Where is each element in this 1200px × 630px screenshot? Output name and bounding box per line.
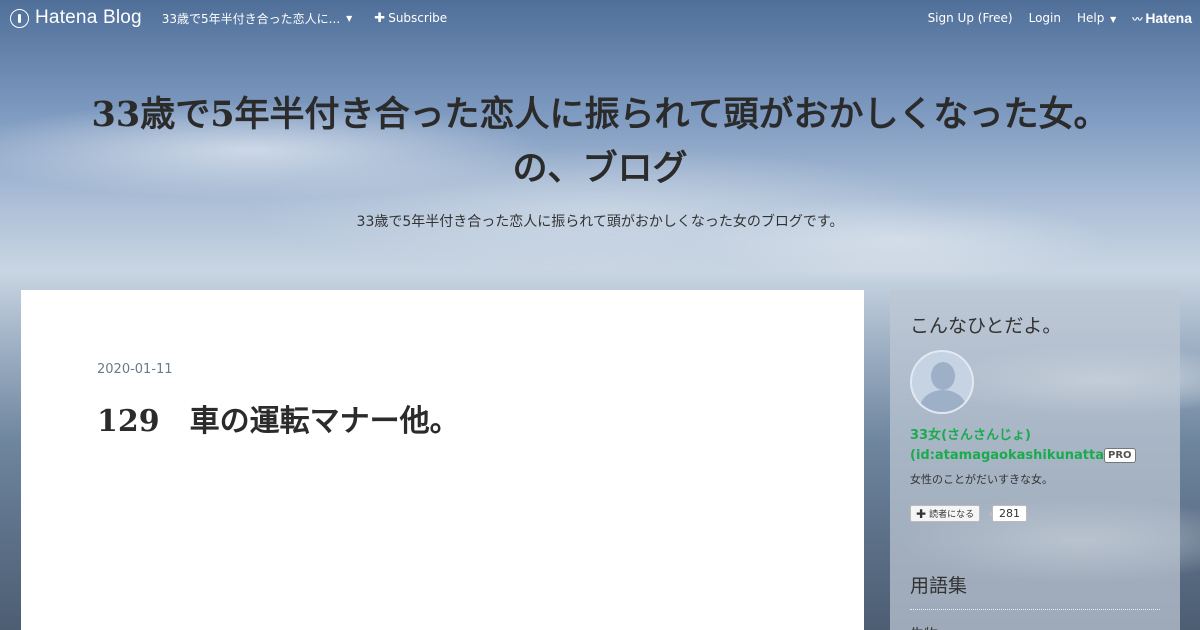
login-link[interactable]: Login <box>1029 11 1061 25</box>
blog-name-label: 33歳で5年半付き合った恋人に... <box>161 11 341 26</box>
blog-title[interactable]: 33歳で5年半付き合った恋人に振られて頭がおかしくなった女。 の、ブログ <box>40 88 1160 196</box>
signup-link[interactable]: Sign Up (Free) <box>928 11 1013 25</box>
entry-date[interactable]: 2020-01-11 <box>97 362 173 377</box>
glossary-item[interactable]: 生物 <box>910 624 938 630</box>
divider <box>910 609 1160 610</box>
blog-title-line2: の、ブログ <box>512 148 688 189</box>
caret-down-icon: ▼ <box>1110 15 1117 24</box>
subscribe-link[interactable]: ✚ Subscribe <box>374 11 447 26</box>
subscribe-button-label: 読者になる <box>929 510 975 520</box>
pro-badge[interactable]: PRO <box>1104 448 1136 463</box>
subscribe-button[interactable]: ✚ 読者になる <box>910 505 981 522</box>
caret-down-icon: ▼ <box>346 13 353 23</box>
logo-text: Hatena Blog <box>35 7 142 28</box>
blog-title-line1: 33歳で5年半付き合った恋人に振られて頭がおかしくなった女。 <box>91 94 1109 135</box>
plus-icon: ✚ <box>374 10 386 26</box>
blog-name-dropdown[interactable]: 33歳で5年半付き合った恋人に... ▼ <box>162 10 353 27</box>
entry-title[interactable]: 129 車の運転マナー他。 <box>97 396 460 440</box>
profile-name-link[interactable]: 33女(さんさんじょ) <box>910 424 1031 443</box>
avatar[interactable] <box>910 350 974 414</box>
help-label: Help <box>1076 11 1105 25</box>
global-header: Hatena Blog 33歳で5年半付き合った恋人に... ▼ ✚ Subsc… <box>0 0 1200 36</box>
glossary-heading: 用語集 <box>910 575 968 597</box>
hatena-blog-logo-icon <box>10 8 29 28</box>
main-content: 2020-01-11 129 車の運転マナー他。 <box>21 290 864 630</box>
sidebar: こんなひとだよ。 33女(さんさんじょ) (id:atamagaokashiku… <box>890 290 1180 630</box>
avatar-head-shape <box>931 362 955 390</box>
profile-id-link[interactable]: (id:atamagaokashikunatta) <box>910 448 1110 463</box>
header-right-nav: Sign Up (Free) Login Help ▼ 〰 Hatena <box>912 10 1192 26</box>
reader-count-badge[interactable]: 281 <box>988 505 1027 522</box>
hatena-blog-logo[interactable]: Hatena Blog <box>10 7 142 29</box>
avatar-shoulders-shape <box>920 390 966 412</box>
hatena-logo-text: Hatena <box>1145 10 1192 26</box>
hatena-mark-icon: 〰 <box>1132 14 1143 26</box>
profile-heading: こんなひとだよ。 <box>910 315 1062 337</box>
plus-icon: ✚ <box>916 506 927 521</box>
hatena-logo[interactable]: 〰 Hatena <box>1132 10 1192 26</box>
subscribe-label: Subscribe <box>388 11 448 25</box>
blog-description: 33歳で5年半付き合った恋人に振られて頭がおかしくなった女のブログです。 <box>356 214 844 230</box>
profile-description: 女性のことがだいすきな女。 <box>910 473 1053 486</box>
help-menu[interactable]: Help ▼ <box>1077 11 1116 25</box>
